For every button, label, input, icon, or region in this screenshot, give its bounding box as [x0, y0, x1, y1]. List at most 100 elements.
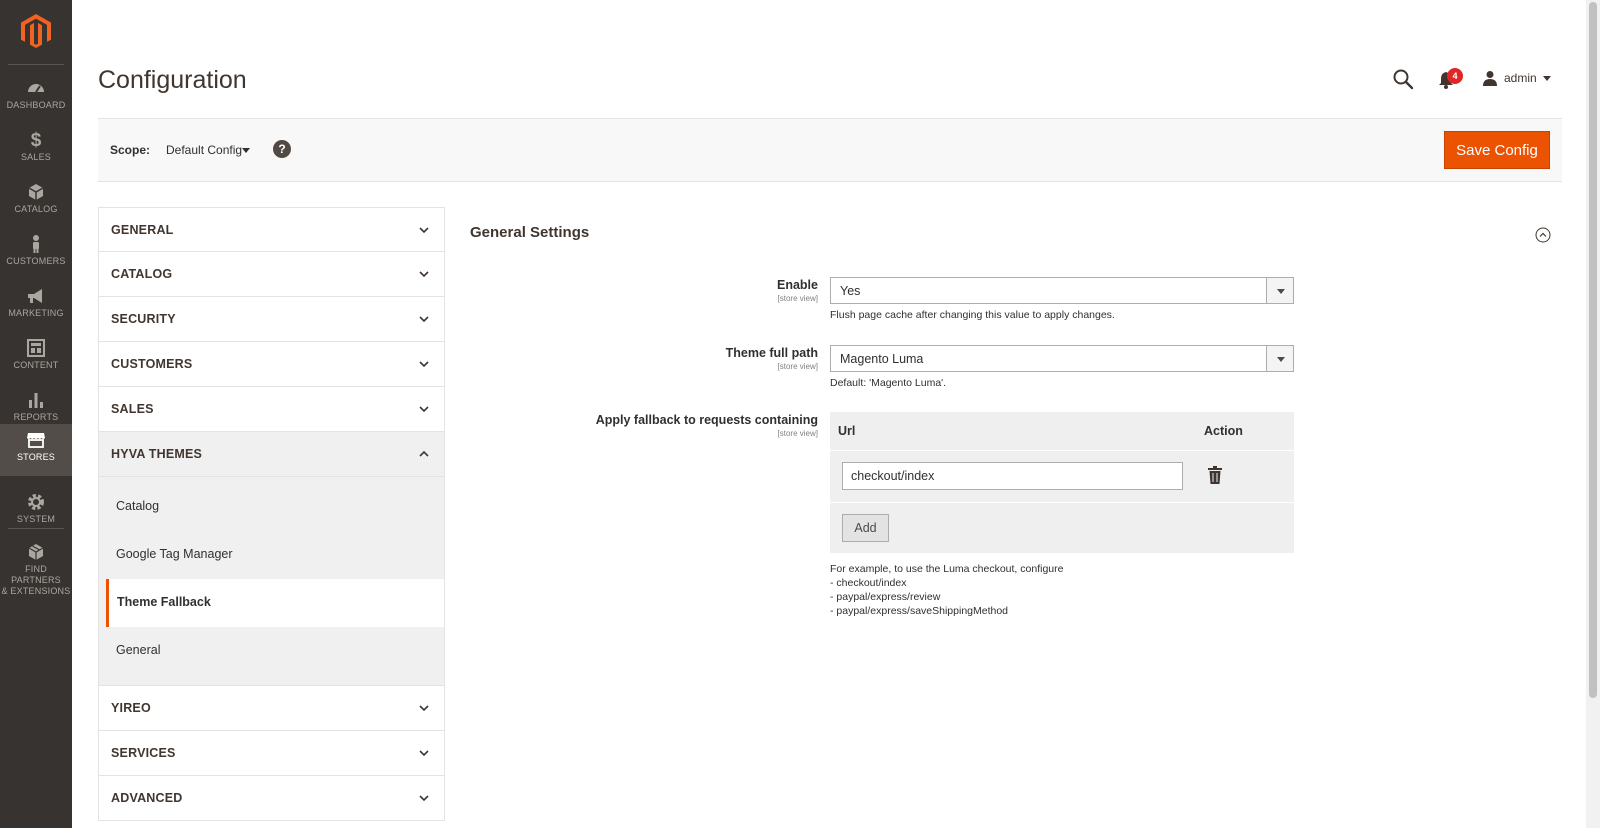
cube-icon — [0, 182, 72, 204]
nav-label: FIND PARTNERS — [11, 564, 61, 585]
user-name: admin — [1504, 71, 1537, 85]
nav-catalog[interactable]: CATALOG — [0, 176, 72, 228]
tab-label: CUSTOMERS — [111, 357, 193, 371]
table-row — [830, 450, 1294, 503]
tab-label: SALES — [111, 402, 154, 416]
chevron-down-icon — [419, 705, 429, 712]
help-icon[interactable]: ? — [273, 140, 291, 158]
select-value: Magento Luma — [840, 352, 924, 366]
magento-logo-icon[interactable] — [21, 14, 51, 48]
section-title[interactable]: General Settings — [470, 224, 589, 241]
nav-customers[interactable]: CUSTOMERS — [0, 228, 72, 280]
store-icon — [0, 430, 72, 452]
nav-label: SYSTEM — [16, 514, 56, 524]
add-row-button[interactable]: Add — [842, 514, 889, 542]
tab-label: SERVICES — [111, 746, 176, 760]
tab-services[interactable]: SERVICES — [98, 731, 445, 776]
example-line: For example, to use the Luma checkout, c… — [830, 563, 1064, 575]
chevron-down-icon — [1266, 278, 1293, 303]
subtab-general[interactable]: General — [99, 627, 444, 675]
theme-path-comment: Default: 'Magento Luma'. — [830, 377, 947, 389]
scrollbar-thumb[interactable] — [1589, 2, 1597, 698]
enable-comment: Flush page cache after changing this val… — [830, 309, 1115, 321]
scope-note: [store view] — [777, 429, 818, 438]
scrollbar[interactable] — [1586, 0, 1600, 828]
fallback-table-header: Url Action — [830, 412, 1294, 450]
subtab-theme-fallback[interactable]: Theme Fallback — [106, 579, 444, 627]
column-header-url: Url — [838, 424, 856, 438]
tab-security[interactable]: SECURITY — [98, 297, 445, 342]
tab-advanced[interactable]: ADVANCED — [98, 776, 445, 821]
nav-label: REPORTS — [13, 412, 59, 422]
url-input[interactable] — [842, 462, 1183, 490]
subtab-label: Theme Fallback — [117, 595, 211, 609]
enable-select[interactable]: Yes — [830, 277, 1294, 304]
bar-chart-icon — [0, 390, 72, 412]
scope-label: Scope: — [110, 143, 151, 157]
subtab-label: Google Tag Manager — [116, 547, 233, 561]
nav-system[interactable]: SYSTEM — [0, 486, 72, 538]
tab-sales[interactable]: SALES — [98, 387, 445, 432]
fallback-label: Apply fallback to requests containing — [595, 413, 818, 427]
tab-hyva-themes[interactable]: HYVA THEMES — [98, 432, 445, 477]
nav-sales[interactable]: $ SALES — [0, 124, 72, 176]
fallback-example: For example, to use the Luma checkout, c… — [830, 562, 1063, 618]
tab-catalog[interactable]: CATALOG — [98, 252, 445, 297]
example-line: - paypal/express/saveShippingMethod — [830, 605, 1009, 617]
page-title: Configuration — [98, 66, 247, 94]
subtab-label: General — [116, 643, 161, 657]
chevron-down-icon — [419, 406, 429, 413]
chevron-down-icon — [419, 750, 429, 757]
subtab-google-tag-manager[interactable]: Google Tag Manager — [99, 531, 444, 579]
column-header-action: Action — [1204, 424, 1243, 438]
admin-sidebar: DASHBOARD $ SALES CATALOG CUSTOMERS MARK… — [0, 0, 72, 828]
tab-label: SECURITY — [111, 312, 176, 326]
scope-bar: Scope: Default Config ? Save Config — [98, 118, 1562, 182]
nav-find-partners[interactable]: FIND PARTNERS & EXTENSIONS — [0, 536, 72, 596]
subtab-label: Catalog — [116, 499, 160, 513]
notification-badge: 4 — [1447, 68, 1463, 84]
tab-label: CATALOG — [111, 267, 173, 281]
chevron-down-icon — [419, 227, 429, 234]
user-icon — [1483, 71, 1497, 86]
tab-label: HYVA THEMES — [111, 447, 203, 461]
scope-note: [store view] — [777, 294, 818, 303]
nav-content[interactable]: CONTENT — [0, 332, 72, 384]
nav-label: SALES — [20, 152, 52, 162]
nav-label: MARKETING — [8, 308, 64, 318]
select-value: Yes — [840, 284, 861, 298]
nav-label: DASHBOARD — [6, 100, 66, 110]
subtab-catalog[interactable]: Catalog — [99, 483, 444, 531]
nav-label: CUSTOMERS — [6, 256, 66, 266]
person-icon — [0, 234, 72, 256]
search-icon[interactable] — [1392, 68, 1414, 90]
example-line: - paypal/express/review — [830, 591, 941, 603]
save-config-button[interactable]: Save Config — [1444, 131, 1550, 169]
chevron-down-icon — [1542, 75, 1551, 81]
tab-label: YIREO — [111, 701, 151, 715]
tab-general[interactable]: GENERAL — [98, 207, 445, 252]
chevron-down-icon — [419, 271, 429, 278]
layout-icon — [0, 338, 72, 360]
nav-label: STORES — [16, 452, 56, 462]
collapse-icon[interactable] — [1535, 227, 1551, 243]
trash-icon[interactable] — [1207, 466, 1223, 484]
example-line: - checkout/index — [830, 577, 907, 589]
user-menu[interactable]: admin — [1482, 68, 1551, 88]
tab-customers[interactable]: CUSTOMERS — [98, 342, 445, 387]
hyva-subtabs: Catalog Google Tag Manager Theme Fallbac… — [98, 477, 445, 686]
theme-path-select[interactable]: Magento Luma — [830, 345, 1294, 372]
nav-dashboard[interactable]: DASHBOARD — [0, 72, 72, 124]
tab-yireo[interactable]: YIREO — [98, 686, 445, 731]
nav-divider — [8, 64, 64, 65]
chevron-down-icon — [419, 361, 429, 368]
nav-stores[interactable]: STORES — [0, 424, 72, 476]
chevron-down-icon[interactable] — [242, 148, 250, 153]
boxes-icon — [0, 542, 72, 564]
config-tabs: GENERAL CATALOG SECURITY CUSTOMERS SALES… — [98, 207, 445, 821]
nav-marketing[interactable]: MARKETING — [0, 280, 72, 332]
tab-label: GENERAL — [111, 223, 174, 237]
dollar-icon: $ — [30, 130, 42, 151]
chevron-down-icon — [419, 316, 429, 323]
scope-switcher[interactable]: Default Config — [166, 143, 242, 157]
